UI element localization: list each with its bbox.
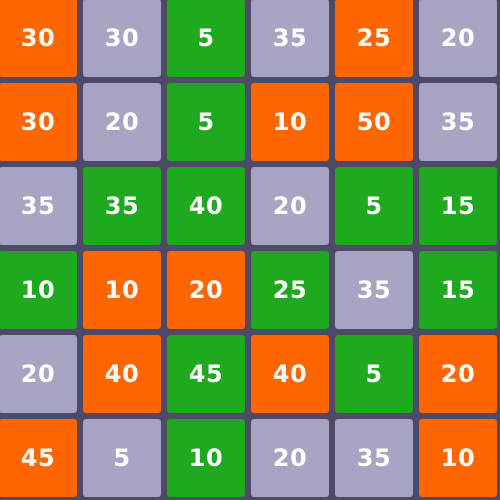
tile-r1-c3[interactable]: 5 — [167, 0, 245, 77]
tile-value: 45 — [188, 360, 224, 388]
tile-r4-c2[interactable]: 10 — [83, 251, 161, 329]
tile-r6-c5[interactable]: 35 — [335, 419, 413, 497]
tile-value: 20 — [272, 444, 308, 472]
tile-value: 50 — [356, 108, 392, 136]
tile-value: 15 — [440, 192, 476, 220]
tile-r3-c3[interactable]: 40 — [167, 167, 245, 245]
tile-r2-c4[interactable]: 10 — [251, 83, 329, 161]
tile-r5-c3[interactable]: 45 — [167, 335, 245, 413]
tile-r1-c2[interactable]: 30 — [83, 0, 161, 77]
tile-value: 20 — [272, 192, 308, 220]
tile-value: 40 — [272, 360, 308, 388]
tile-value: 20 — [20, 360, 56, 388]
tile-value: 5 — [365, 192, 383, 220]
tile-value: 20 — [440, 24, 476, 52]
tile-value: 5 — [113, 444, 131, 472]
tile-r5-c6[interactable]: 20 — [419, 335, 497, 413]
tile-r5-c2[interactable]: 40 — [83, 335, 161, 413]
tile-r3-c4[interactable]: 20 — [251, 167, 329, 245]
tile-r2-c3[interactable]: 5 — [167, 83, 245, 161]
tile-value: 35 — [272, 24, 308, 52]
tile-value: 5 — [197, 108, 215, 136]
tile-r4-c4[interactable]: 25 — [251, 251, 329, 329]
tile-value: 35 — [356, 276, 392, 304]
tile-value: 35 — [440, 108, 476, 136]
tile-r4-c1[interactable]: 10 — [0, 251, 77, 329]
tile-value: 35 — [104, 192, 140, 220]
tile-value: 35 — [356, 444, 392, 472]
tile-value: 40 — [104, 360, 140, 388]
tile-r6-c1[interactable]: 45 — [0, 419, 77, 497]
tile-value: 5 — [365, 360, 383, 388]
tile-r3-c5[interactable]: 5 — [335, 167, 413, 245]
tile-r2-c1[interactable]: 30 — [0, 83, 77, 161]
tile-r3-c6[interactable]: 15 — [419, 167, 497, 245]
tile-r6-c6[interactable]: 10 — [419, 419, 497, 497]
tile-value: 20 — [188, 276, 224, 304]
tile-r5-c4[interactable]: 40 — [251, 335, 329, 413]
tile-value: 25 — [356, 24, 392, 52]
tile-r1-c6[interactable]: 20 — [419, 0, 497, 77]
tile-r3-c2[interactable]: 35 — [83, 167, 161, 245]
tile-r2-c5[interactable]: 50 — [335, 83, 413, 161]
tile-value: 30 — [20, 24, 56, 52]
tile-r5-c1[interactable]: 20 — [0, 335, 77, 413]
tile-value: 45 — [20, 444, 56, 472]
tile-r6-c3[interactable]: 10 — [167, 419, 245, 497]
tile-r4-c5[interactable]: 35 — [335, 251, 413, 329]
tile-value: 10 — [104, 276, 140, 304]
tile-value: 10 — [440, 444, 476, 472]
tile-r1-c5[interactable]: 25 — [335, 0, 413, 77]
tile-r4-c6[interactable]: 15 — [419, 251, 497, 329]
tile-value: 15 — [440, 276, 476, 304]
tile-r3-c1[interactable]: 35 — [0, 167, 77, 245]
tile-r1-c1[interactable]: 30 — [0, 0, 77, 77]
tile-r6-c2[interactable]: 5 — [83, 419, 161, 497]
tile-value: 10 — [188, 444, 224, 472]
tile-r5-c5[interactable]: 5 — [335, 335, 413, 413]
tile-r2-c6[interactable]: 35 — [419, 83, 497, 161]
tile-value: 35 — [20, 192, 56, 220]
tile-value: 10 — [272, 108, 308, 136]
game-board: 30 30 5 35 25 20 30 20 5 10 50 35 35 35 40 20 5 15 10 10 20 2… — [0, 0, 500, 500]
tile-r1-c4[interactable]: 35 — [251, 0, 329, 77]
tile-r2-c2[interactable]: 20 — [83, 83, 161, 161]
tile-value: 40 — [188, 192, 224, 220]
tile-value: 20 — [104, 108, 140, 136]
tile-value: 30 — [104, 24, 140, 52]
tile-value: 20 — [440, 360, 476, 388]
tile-value: 5 — [197, 24, 215, 52]
tile-r4-c3[interactable]: 20 — [167, 251, 245, 329]
tile-r6-c4[interactable]: 20 — [251, 419, 329, 497]
tile-value: 25 — [272, 276, 308, 304]
tile-value: 10 — [20, 276, 56, 304]
tile-value: 30 — [20, 108, 56, 136]
